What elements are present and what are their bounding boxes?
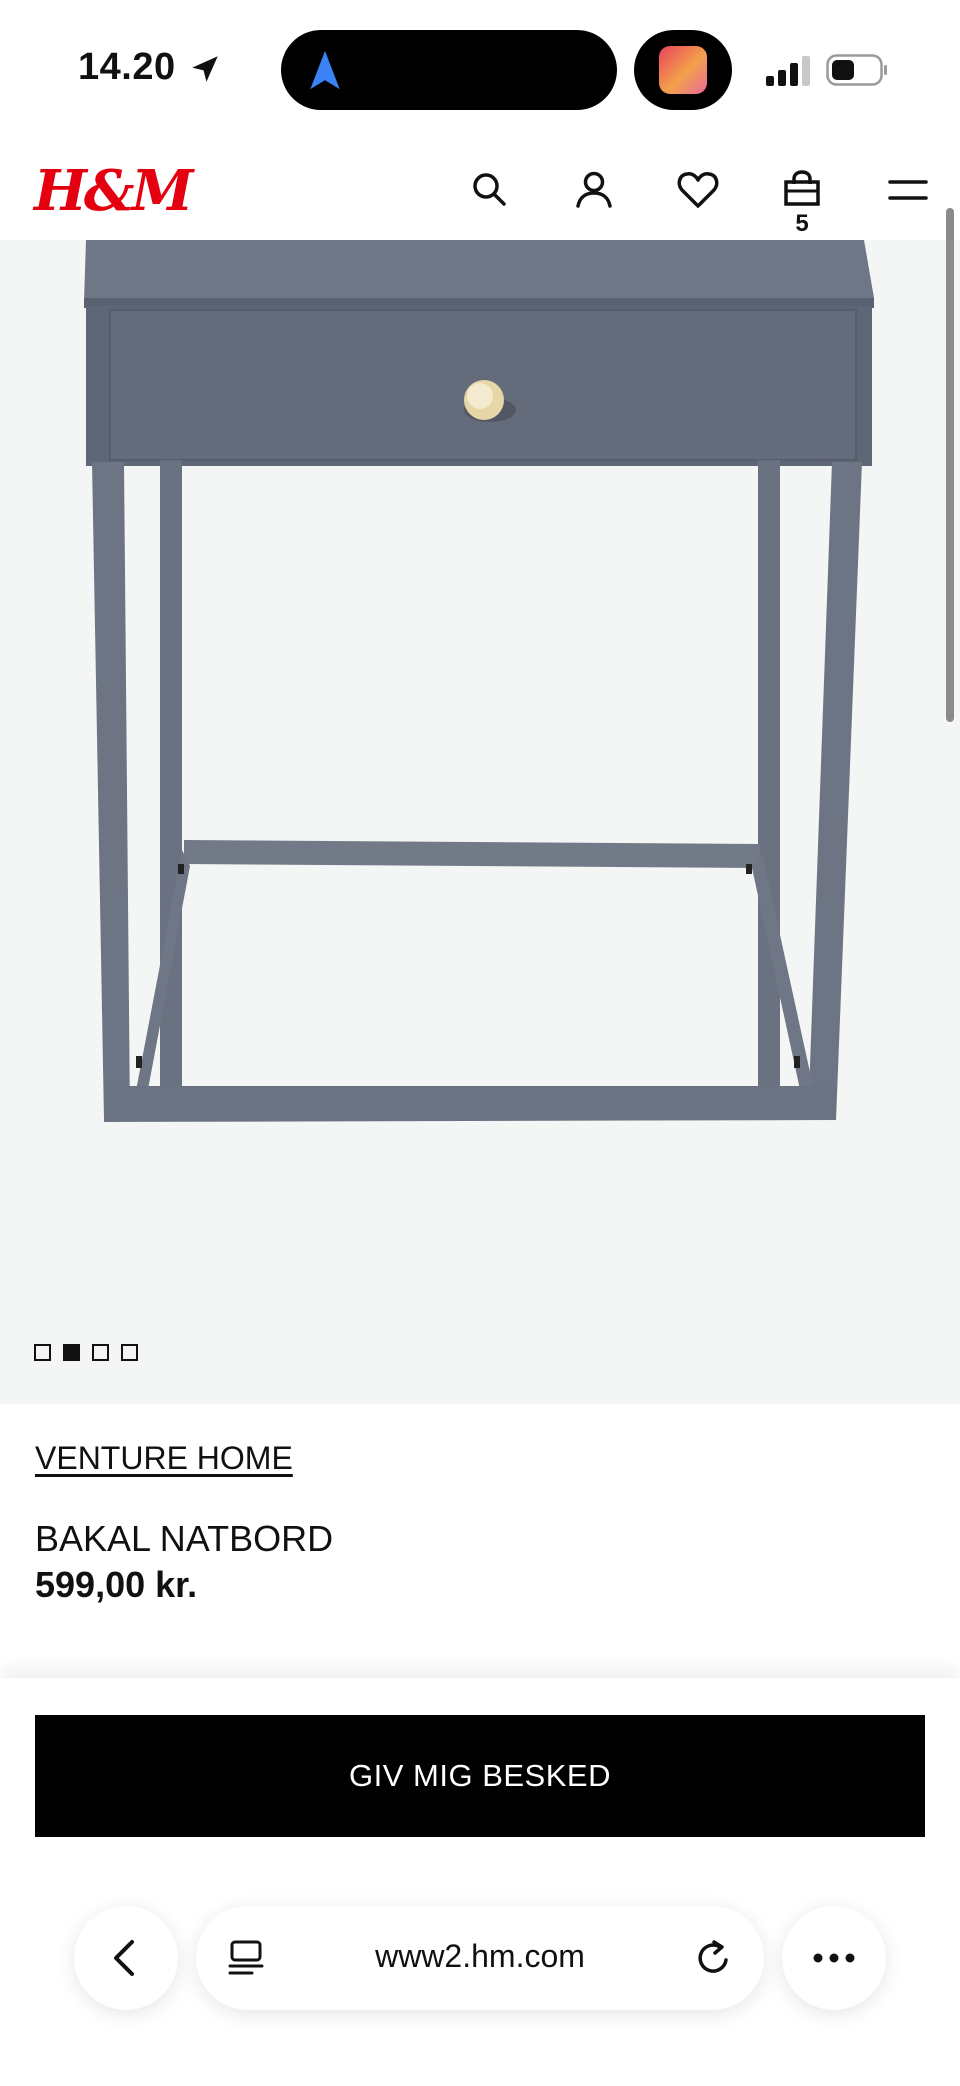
gallery-dot[interactable] <box>121 1344 138 1361</box>
browser-more-button[interactable] <box>782 1906 886 2010</box>
gallery-pagination <box>34 1344 138 1362</box>
status-time: 14.20 <box>78 46 176 88</box>
gallery-dot[interactable] <box>34 1344 51 1361</box>
navigation-arrow-icon <box>310 50 340 90</box>
reload-icon[interactable] <box>694 1938 734 1978</box>
location-arrow-icon <box>192 56 218 82</box>
page-scrollbar[interactable] <box>946 208 954 722</box>
account-icon[interactable] <box>570 166 618 214</box>
gallery-dot[interactable] <box>92 1344 109 1361</box>
browser-address-bar[interactable]: www2.hm.com <box>196 1906 764 2010</box>
product-image-gallery[interactable] <box>0 240 960 1404</box>
search-icon[interactable] <box>466 166 514 214</box>
cart-count-badge: 5 <box>795 210 809 237</box>
notify-me-button[interactable]: GIV MIG BESKED <box>35 1715 925 1837</box>
cellular-signal-icon <box>766 56 810 86</box>
gallery-dot-active[interactable] <box>63 1344 80 1361</box>
more-icon <box>813 1953 855 1963</box>
dynamic-island[interactable] <box>281 30 617 110</box>
menu-icon[interactable] <box>884 166 932 214</box>
product-title: BAKAL NATBORD <box>35 1518 334 1559</box>
site-header: H&M 5 <box>0 140 960 240</box>
hm-logo[interactable]: H&M <box>34 158 193 224</box>
app-thumbnail-icon <box>659 46 707 94</box>
battery-icon <box>826 54 887 86</box>
shopping-bag-icon[interactable] <box>778 166 826 214</box>
status-bar: 14.20 <box>0 0 960 140</box>
back-chevron-icon <box>114 1940 134 1976</box>
product-brand-link[interactable]: VENTURE HOME <box>35 1440 293 1477</box>
product-photo <box>84 240 874 1122</box>
url-text[interactable]: www2.hm.com <box>196 1938 764 1975</box>
browser-back-button[interactable] <box>74 1906 178 2010</box>
product-price: 599,00 kr. <box>35 1564 198 1605</box>
dynamic-island-app[interactable] <box>634 30 732 110</box>
heart-icon[interactable] <box>674 166 722 214</box>
